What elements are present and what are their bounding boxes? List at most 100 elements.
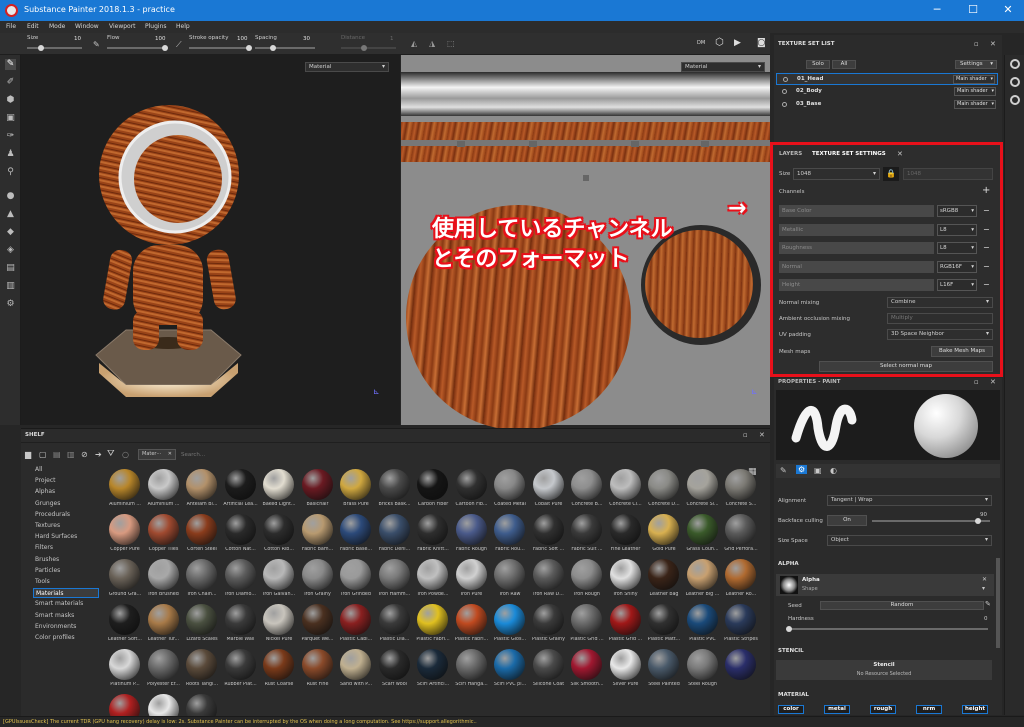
- material-thumbnail[interactable]: Fabric Suit ...: [567, 514, 607, 556]
- shelf-category-alphas[interactable]: Alphas: [33, 487, 99, 497]
- material-thumbnail[interactable]: Carbon Fiber: [413, 469, 453, 511]
- material-thumbnail[interactable]: Iron Shiny: [606, 559, 646, 601]
- material-thumbnail[interactable]: Plastic Stripes: [721, 604, 760, 646]
- alpha-slot[interactable]: Alpha Shape ✕ ▾: [776, 574, 994, 596]
- material-thumbnail[interactable]: Plastic Grid ...: [606, 604, 646, 646]
- material-thumbnail[interactable]: Platinum P...: [105, 649, 145, 691]
- viewport-2d-channel-dropdown[interactable]: Material ▾: [681, 62, 765, 72]
- material-thumbnail[interactable]: Aluminium ...: [144, 469, 184, 511]
- material-thumbnail[interactable]: Concrete Si...: [683, 469, 723, 511]
- remove-channel-icon[interactable]: −: [983, 279, 990, 290]
- material-thumbnail[interactable]: Corten Steel: [182, 514, 222, 556]
- solo-button[interactable]: Solo: [806, 60, 830, 69]
- material-thumbnail[interactable]: Rust Coarse: [259, 649, 299, 691]
- size-dropdown[interactable]: 1048 ▾: [793, 168, 880, 180]
- hardness-slider[interactable]: [786, 626, 988, 632]
- size-height-field[interactable]: 1048: [903, 168, 993, 180]
- menu-plugins[interactable]: Plugins: [145, 23, 167, 30]
- dots-icon[interactable]: ●: [5, 191, 16, 202]
- material-thumbnail[interactable]: Ground Gra...: [105, 559, 145, 601]
- material-thumbnail[interactable]: Copper Pure: [105, 514, 145, 556]
- remove-channel-icon[interactable]: −: [983, 261, 990, 272]
- seed-random-button[interactable]: Random: [820, 601, 984, 610]
- material-thumbnail[interactable]: Plastic Glos...: [490, 604, 530, 646]
- remove-channel-icon[interactable]: −: [983, 205, 990, 216]
- brush-tab-icon[interactable]: ✎: [780, 466, 787, 475]
- material-thumbnail[interactable]: Steel Rough: [683, 649, 723, 691]
- material-thumbnail[interactable]: Cotton Nat...: [221, 514, 261, 556]
- material-thumbnail[interactable]: Fabric Rou...: [490, 514, 530, 556]
- material-thumbnail[interactable]: Polyester Er...: [144, 649, 184, 691]
- menu-edit[interactable]: Edit: [27, 23, 39, 30]
- spacing-value[interactable]: 30: [303, 36, 310, 42]
- material-thumbnail[interactable]: Iron Raw: [490, 559, 530, 601]
- shelf-category-hard-surfaces[interactable]: Hard Surfaces: [33, 532, 99, 542]
- flow-value[interactable]: 100: [155, 36, 166, 42]
- material-thumbnail[interactable]: Plastic Grid ...: [567, 604, 607, 646]
- backface-angle-slider-knob[interactable]: [975, 518, 982, 524]
- filter-chip[interactable]: Mater··· ✕: [138, 449, 176, 460]
- select-normal-map-button[interactable]: Select normal map: [819, 361, 993, 372]
- material-thumbnail[interactable]: Fabric Soft ...: [529, 514, 569, 556]
- material-thumbnail[interactable]: Aluminium ...: [105, 469, 145, 511]
- uv-island-icon[interactable]: ◈: [5, 245, 16, 256]
- symmetry-icon[interactable]: ◭: [411, 39, 417, 48]
- triangle-icon[interactable]: ▲: [5, 209, 16, 220]
- material-thumbnail[interactable]: Copper Tiles: [144, 514, 184, 556]
- material-thumbnail[interactable]: Bricks Bask...: [375, 469, 415, 511]
- backface-culling-toggle[interactable]: On: [827, 515, 867, 526]
- all-button[interactable]: All: [832, 60, 856, 69]
- material-thumbnail[interactable]: Leather Soft...: [105, 604, 145, 646]
- tab-layers[interactable]: LAYERS: [779, 151, 802, 157]
- spacing-slider-knob[interactable]: [270, 45, 276, 51]
- properties-float-icon[interactable]: ▫: [974, 378, 979, 386]
- material-thumbnail[interactable]: Plastic Dia...: [375, 604, 415, 646]
- shader-dropdown[interactable]: Main shader ▾: [954, 87, 996, 96]
- stroke-opacity-slider[interactable]: [189, 45, 252, 51]
- shelf-category-particles[interactable]: Particles: [33, 566, 99, 576]
- material-thumbnail[interactable]: Baked Light...: [259, 469, 299, 511]
- shelf-float-icon[interactable]: ▫: [743, 431, 748, 439]
- flow-slider-knob[interactable]: [162, 45, 168, 51]
- menu-help[interactable]: Help: [176, 23, 190, 30]
- material-thumbnail[interactable]: Concrete Cl...: [606, 469, 646, 511]
- settings-icon[interactable]: ⚙: [5, 299, 16, 310]
- shelf-category-grunges[interactable]: Grunges: [33, 499, 99, 509]
- material-thumbnail[interactable]: Leather Ro...: [721, 559, 760, 601]
- eraser-icon[interactable]: ✐: [5, 77, 16, 88]
- pen-pressure-icon[interactable]: ⟋: [176, 40, 182, 50]
- add-channel-icon[interactable]: +: [982, 185, 990, 196]
- material-thumbnail[interactable]: Parquet We...: [298, 604, 338, 646]
- spacing-slider[interactable]: [255, 45, 315, 51]
- material-nrm-toggle[interactable]: nrm: [916, 705, 942, 714]
- material-thumbnail[interactable]: Gold Pure: [644, 514, 684, 556]
- remove-channel-icon[interactable]: −: [983, 224, 990, 235]
- shelf-category-textures[interactable]: Textures: [33, 521, 99, 531]
- material-thumbnail[interactable]: Fine Leather: [606, 514, 646, 556]
- material-thumbnail[interactable]: Plastic PVC: [683, 604, 723, 646]
- alignment-dropdown[interactable]: Tangent | Wrap ▾: [827, 495, 992, 506]
- material-thumbnail[interactable]: Nickel Pure: [259, 604, 299, 646]
- material-thumbnail[interactable]: Antelam Bl...: [182, 469, 222, 511]
- view-cube-icon[interactable]: ⬡: [715, 37, 724, 48]
- folder-icon[interactable]: ▆: [25, 450, 31, 459]
- material-thumbnail[interactable]: Fabric Knitt...: [413, 514, 453, 556]
- circle-filter-icon[interactable]: ○: [122, 450, 129, 459]
- texture-set-row[interactable]: 01_Head Main shader ▾: [776, 73, 998, 85]
- menu-window[interactable]: Window: [75, 23, 99, 30]
- clone-stamp-icon[interactable]: ♟: [5, 149, 16, 160]
- stroke-opacity-value[interactable]: 100: [237, 36, 248, 42]
- menu-mode[interactable]: Mode: [49, 23, 65, 30]
- size-slider-knob[interactable]: [37, 45, 44, 51]
- material-thumbnail[interactable]: Rust Fine: [298, 649, 338, 691]
- material-thumbnail[interactable]: Iron Hamm...: [375, 559, 415, 601]
- shelf-category-smart-materials[interactable]: Smart materials: [33, 599, 99, 609]
- visibility-icon[interactable]: [782, 102, 787, 107]
- material-thumbnail[interactable]: Sand with P...: [336, 649, 376, 691]
- material-thumbnail[interactable]: Steel Painted: [644, 649, 684, 691]
- viewport-3d-channel-dropdown[interactable]: Material ▾: [305, 62, 389, 72]
- material-thumbnail[interactable]: Concrete D...: [644, 469, 684, 511]
- polygon-fill-icon[interactable]: ◆: [5, 227, 16, 238]
- material-thumbnail[interactable]: Silver Pure: [606, 649, 646, 691]
- material-thumbnail[interactable]: Iron Powde...: [413, 559, 453, 601]
